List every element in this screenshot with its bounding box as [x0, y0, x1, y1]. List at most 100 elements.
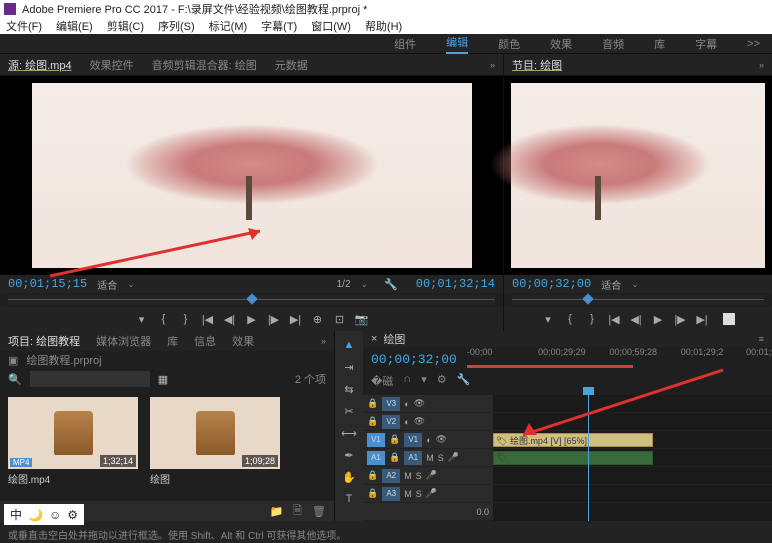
ws-more[interactable]: >>: [747, 38, 760, 50]
track-label[interactable]: A1: [404, 451, 422, 465]
new-item-icon[interactable]: 🗎: [293, 502, 302, 521]
timeline-playhead[interactable]: [588, 395, 589, 521]
program-tabs-more[interactable]: »: [759, 60, 764, 70]
source-scale-dropdown[interactable]: 1/2: [337, 279, 351, 290]
source-patch-v1[interactable]: V1: [367, 433, 385, 447]
menu-title[interactable]: 字幕(T): [261, 18, 297, 34]
menu-clip[interactable]: 剪辑(C): [107, 18, 144, 34]
voice-icon[interactable]: 🎤: [448, 452, 459, 463]
menu-help[interactable]: 帮助(H): [365, 18, 402, 34]
track-header-v1[interactable]: V1🔒V1◐👁: [363, 431, 493, 449]
track-label[interactable]: A3: [382, 487, 400, 501]
track-header-a1[interactable]: A1🔒A1MS🎤: [363, 449, 493, 467]
track-zoom[interactable]: 0.0: [476, 507, 489, 517]
ws-editing[interactable]: 编辑: [446, 34, 468, 54]
tab-effect-controls[interactable]: 效果控件: [90, 57, 134, 73]
tab-program[interactable]: 节目: 绘图: [512, 57, 562, 73]
pen-tool-icon[interactable]: ✒: [341, 447, 357, 463]
mute-icon[interactable]: M: [404, 471, 412, 481]
timeline-menu[interactable]: ≡: [759, 334, 764, 344]
go-to-out-icon[interactable]: ▶|: [289, 312, 303, 326]
track-a2[interactable]: [493, 467, 772, 485]
tab-metadata[interactable]: 元数据: [275, 57, 308, 73]
ws-library[interactable]: 库: [654, 36, 665, 52]
menu-file[interactable]: 文件(F): [6, 18, 42, 34]
bin-item[interactable]: MP4 1;32;14 绘图.mp4: [8, 397, 138, 486]
mark-out-icon[interactable]: }: [585, 312, 599, 326]
wrench-icon[interactable]: 🔧: [384, 278, 398, 291]
step-back-icon[interactable]: ◀|: [629, 312, 643, 326]
track-label[interactable]: A2: [382, 469, 400, 483]
program-playhead-marker[interactable]: [582, 293, 593, 304]
toggle-output-icon[interactable]: ◐: [404, 399, 409, 409]
tab-info[interactable]: 信息: [194, 333, 216, 349]
menu-window[interactable]: 窗口(W): [311, 18, 351, 34]
track-a1[interactable]: 🏷: [493, 449, 772, 467]
sequence-name[interactable]: 绘图: [383, 331, 405, 347]
track-label[interactable]: V2: [382, 415, 400, 429]
export-frame-icon[interactable]: 📷: [355, 312, 369, 326]
ws-color[interactable]: 颜色: [498, 36, 520, 52]
ws-assembly[interactable]: 组件: [394, 36, 416, 52]
ripple-tool-icon[interactable]: ⇆: [341, 381, 357, 397]
track-v1[interactable]: 🏷 绘图.mp4 [V] [65%]: [493, 431, 772, 449]
ws-effects[interactable]: 效果: [550, 36, 572, 52]
overwrite-icon[interactable]: ⊡: [333, 312, 347, 326]
lock-icon[interactable]: 🔒: [389, 434, 400, 445]
source-video-frame[interactable]: [0, 76, 503, 275]
eye-icon[interactable]: 👁: [414, 416, 425, 427]
insert-icon[interactable]: ⊕: [311, 312, 325, 326]
solo-icon[interactable]: S: [416, 471, 422, 481]
tab-audio-mixer[interactable]: 音频剪辑混合器: 绘图: [152, 57, 257, 73]
gear-icon[interactable]: ⚙: [67, 508, 78, 522]
source-playhead-marker[interactable]: [246, 293, 257, 304]
track-label[interactable]: V3: [382, 397, 400, 411]
track-a3[interactable]: [493, 485, 772, 503]
tab-libraries[interactable]: 库: [167, 333, 178, 349]
razor-tool-icon[interactable]: ✂: [341, 403, 357, 419]
settings-icon[interactable]: ⚙: [437, 373, 447, 389]
program-fit-dropdown[interactable]: 适合: [601, 277, 621, 292]
go-to-in-icon[interactable]: |◀: [607, 312, 621, 326]
source-out-timecode[interactable]: 00;01;32;14: [416, 277, 495, 291]
ws-titles[interactable]: 字幕: [695, 36, 717, 52]
program-timecode[interactable]: 00;00;32;00: [512, 277, 591, 291]
solo-icon[interactable]: S: [416, 489, 422, 499]
tracks-content[interactable]: 🏷 绘图.mp4 [V] [65%] 🏷: [493, 395, 772, 521]
track-v2[interactable]: [493, 413, 772, 431]
mark-out-icon[interactable]: }: [179, 312, 193, 326]
new-bin-icon[interactable]: 📁: [269, 505, 283, 518]
track-v3[interactable]: [493, 395, 772, 413]
lock-icon[interactable]: 🔒: [367, 398, 378, 409]
ws-audio[interactable]: 音频: [602, 36, 624, 52]
project-tabs-more[interactable]: »: [321, 336, 326, 346]
voice-icon[interactable]: 🎤: [426, 488, 437, 499]
video-clip[interactable]: 🏷 绘图.mp4 [V] [65%]: [493, 433, 653, 447]
tab-source[interactable]: 源: 绘图.mp4: [8, 57, 72, 73]
project-search-input[interactable]: [30, 371, 150, 387]
source-fit-dropdown[interactable]: 适合: [97, 277, 117, 292]
lock-icon[interactable]: 🔒: [389, 452, 400, 463]
selection-tool-icon[interactable]: ▲: [341, 337, 357, 353]
step-forward-icon[interactable]: |▶: [673, 312, 687, 326]
mark-in-icon[interactable]: {: [157, 312, 171, 326]
add-marker-icon[interactable]: ▾: [135, 312, 149, 326]
track-select-tool-icon[interactable]: ⇥: [341, 359, 357, 375]
filter-icon[interactable]: ▦: [158, 373, 168, 386]
source-ruler[interactable]: [8, 295, 495, 305]
bin-item[interactable]: 1;09;28 绘图: [150, 397, 280, 486]
source-patch-a1[interactable]: A1: [367, 451, 385, 465]
lock-icon[interactable]: 🔒: [367, 470, 378, 481]
menu-marker[interactable]: 标记(M): [209, 18, 248, 34]
play-icon[interactable]: ▶: [245, 312, 259, 326]
delete-icon[interactable]: 🗑: [312, 505, 326, 518]
track-header-a2[interactable]: 🔒 A2 MS 🎤: [363, 467, 493, 485]
add-marker-icon[interactable]: ▾: [541, 312, 555, 326]
lock-icon[interactable]: 🔒: [367, 488, 378, 499]
menu-sequence[interactable]: 序列(S): [158, 18, 195, 34]
marker-icon[interactable]: ▾: [421, 373, 427, 389]
toggle-output-icon[interactable]: ◐: [404, 417, 409, 427]
voice-icon[interactable]: 🎤: [426, 470, 437, 481]
eye-icon[interactable]: 👁: [414, 398, 425, 409]
track-header-v2[interactable]: 🔒V2◐👁: [363, 413, 493, 431]
